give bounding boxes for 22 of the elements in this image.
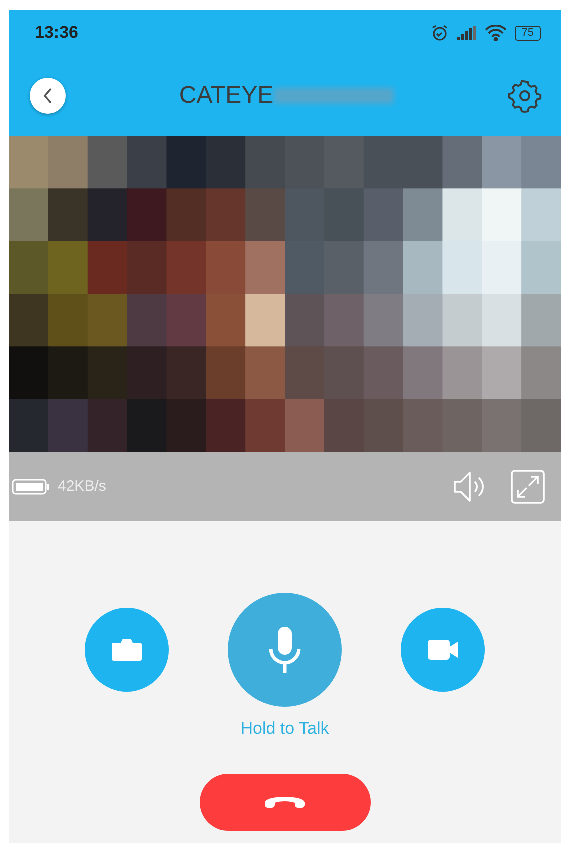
speaker-icon (453, 470, 487, 502)
phone-icon (265, 797, 305, 808)
settings-icon (507, 78, 543, 114)
battery-indicator: 75 (514, 26, 541, 40)
settings-button[interactable] (507, 78, 543, 114)
back-button[interactable] (30, 78, 66, 114)
status-time: 13:36 (35, 23, 80, 43)
wifi-icon (484, 25, 507, 41)
signal-icon (456, 26, 477, 40)
fullscreen-button[interactable] (511, 470, 545, 504)
battery-icon (12, 478, 50, 494)
chevron-left-icon (43, 88, 53, 104)
camera-icon (112, 639, 142, 661)
device-title: CATEYE (179, 82, 274, 110)
bitrate-text: 42KB/s (58, 478, 108, 495)
video-camera-icon (428, 640, 458, 660)
fullscreen-icon (511, 470, 545, 504)
microphone-icon (269, 627, 301, 673)
speaker-button[interactable] (453, 470, 487, 502)
alarm-icon (430, 24, 449, 42)
hang-up-button[interactable] (200, 774, 370, 831)
hold-to-talk-label: Hold to Talk (240, 719, 330, 739)
